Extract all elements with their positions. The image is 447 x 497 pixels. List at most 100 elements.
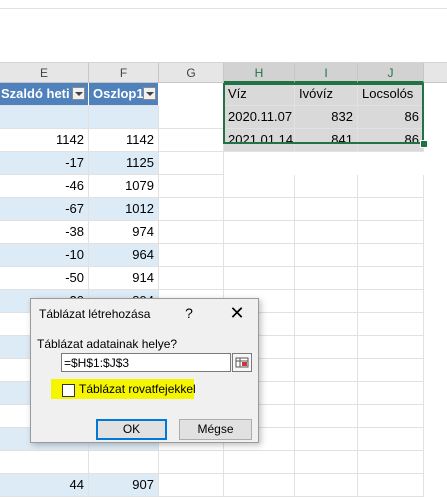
table-cell-szaldo[interactable]: -10 — [0, 244, 89, 267]
empty-cell[interactable] — [358, 451, 424, 474]
headers-checkbox-label[interactable]: Táblázat rovatfejekkel — [79, 382, 196, 396]
empty-cell[interactable] — [358, 313, 424, 336]
table-cell-szaldo[interactable]: -46 — [0, 175, 89, 198]
empty-cell[interactable] — [224, 244, 295, 267]
table-header-oszlop1[interactable]: Oszlop1 — [89, 83, 159, 106]
table-cell-szaldo[interactable] — [0, 106, 89, 129]
empty-cell[interactable] — [295, 313, 358, 336]
cell-g[interactable] — [159, 451, 224, 474]
empty-cell[interactable] — [224, 221, 295, 244]
column-header-j[interactable]: J — [358, 63, 424, 83]
column-header-blank — [424, 63, 447, 83]
filter-dropdown-icon[interactable] — [143, 87, 156, 100]
empty-cell[interactable] — [224, 474, 295, 497]
table-cell-szaldo[interactable]: -38 — [0, 221, 89, 244]
cell-g[interactable] — [159, 474, 224, 497]
empty-cell[interactable] — [358, 474, 424, 497]
table-cell-oszlop1[interactable] — [89, 451, 159, 474]
column-header-i[interactable]: I — [295, 63, 358, 83]
close-icon[interactable]: ✕ — [225, 303, 249, 323]
cell-h2[interactable]: 2020.11.07 — [224, 106, 295, 129]
empty-cell[interactable] — [358, 244, 424, 267]
empty-cell[interactable] — [295, 405, 358, 428]
range-picker-button[interactable] — [232, 353, 252, 372]
empty-cell[interactable] — [358, 267, 424, 290]
header-label: Oszlop1 — [93, 86, 144, 101]
empty-cell[interactable] — [224, 175, 295, 198]
empty-cell[interactable] — [295, 175, 358, 198]
table-cell-szaldo[interactable] — [0, 451, 89, 474]
empty-cell[interactable] — [295, 290, 358, 313]
filter-dropdown-icon[interactable] — [72, 87, 85, 100]
table-cell-oszlop1[interactable]: 1012 — [89, 198, 159, 221]
range-input[interactable] — [61, 353, 231, 372]
empty-cell[interactable] — [358, 175, 424, 198]
cell-j2[interactable]: 86 — [358, 106, 424, 129]
table-cell-szaldo[interactable]: 1142 — [0, 129, 89, 152]
table-cell-oszlop1[interactable]: 1125 — [89, 152, 159, 175]
cell-g[interactable] — [159, 221, 224, 244]
range-label: Táblázat adatainak helye? — [37, 337, 178, 351]
empty-cell[interactable] — [358, 382, 424, 405]
column-header-g[interactable]: G — [159, 63, 224, 83]
empty-cell[interactable] — [295, 451, 358, 474]
cell-g[interactable] — [159, 152, 224, 175]
empty-cell[interactable] — [358, 221, 424, 244]
cell-h1[interactable]: Víz — [224, 83, 295, 106]
empty-cell[interactable] — [295, 382, 358, 405]
fill-handle[interactable] — [420, 140, 428, 148]
header-label: Szaldó heti — [1, 86, 70, 101]
table-cell-oszlop1[interactable] — [89, 106, 159, 129]
range-select-icon — [235, 357, 249, 368]
ribbon-area — [0, 0, 447, 63]
cancel-button[interactable]: Mégse — [179, 419, 252, 440]
cell-g[interactable] — [159, 244, 224, 267]
table-cell-oszlop1[interactable]: 1079 — [89, 175, 159, 198]
table-cell-oszlop1[interactable]: 964 — [89, 244, 159, 267]
ok-button[interactable]: OK — [96, 419, 167, 440]
cell-g[interactable] — [159, 129, 224, 152]
create-table-dialog: Táblázat létrehozása ? ✕ Táblázat adatai… — [30, 298, 259, 443]
empty-cell[interactable] — [295, 474, 358, 497]
column-header-e[interactable]: E — [0, 63, 89, 83]
cell-i3[interactable]: 841 — [295, 129, 358, 152]
empty-cell[interactable] — [358, 336, 424, 359]
empty-cell[interactable] — [295, 428, 358, 451]
empty-cell[interactable] — [295, 267, 358, 290]
empty-cell[interactable] — [295, 198, 358, 221]
cell-g[interactable] — [159, 106, 224, 129]
table-header-szaldo[interactable]: Szaldó heti — [0, 83, 89, 106]
column-header-f[interactable]: F — [89, 63, 159, 83]
table-cell-oszlop1[interactable]: 907 — [89, 474, 159, 497]
empty-cell[interactable] — [224, 451, 295, 474]
help-icon[interactable]: ? — [179, 303, 199, 323]
cell-h3[interactable]: 2021.01.14 — [224, 129, 295, 152]
table-cell-szaldo[interactable]: -67 — [0, 198, 89, 221]
empty-cell[interactable] — [224, 267, 295, 290]
empty-cell[interactable] — [295, 244, 358, 267]
cell-g[interactable] — [159, 198, 224, 221]
cell-g[interactable] — [159, 175, 224, 198]
empty-cell[interactable] — [358, 198, 424, 221]
empty-cell[interactable] — [224, 198, 295, 221]
empty-cell[interactable] — [295, 221, 358, 244]
cell-j3[interactable]: 86 — [358, 129, 424, 152]
headers-checkbox[interactable] — [62, 384, 75, 397]
empty-cell[interactable] — [358, 405, 424, 428]
table-cell-szaldo[interactable]: 44 — [0, 474, 89, 497]
table-cell-szaldo[interactable]: -50 — [0, 267, 89, 290]
column-header-h[interactable]: H — [224, 63, 295, 83]
empty-cell[interactable] — [358, 428, 424, 451]
table-cell-oszlop1[interactable]: 974 — [89, 221, 159, 244]
empty-cell[interactable] — [358, 290, 424, 313]
empty-cell[interactable] — [295, 336, 358, 359]
table-cell-oszlop1[interactable]: 1142 — [89, 129, 159, 152]
cell-i1[interactable]: Ivóvíz — [295, 83, 358, 106]
empty-cell[interactable] — [358, 359, 424, 382]
empty-cell[interactable] — [295, 359, 358, 382]
cell-j1[interactable]: Locsolós — [358, 83, 424, 106]
cell-i2[interactable]: 832 — [295, 106, 358, 129]
cell-g[interactable] — [159, 267, 224, 290]
table-cell-szaldo[interactable]: -17 — [0, 152, 89, 175]
table-cell-oszlop1[interactable]: 914 — [89, 267, 159, 290]
